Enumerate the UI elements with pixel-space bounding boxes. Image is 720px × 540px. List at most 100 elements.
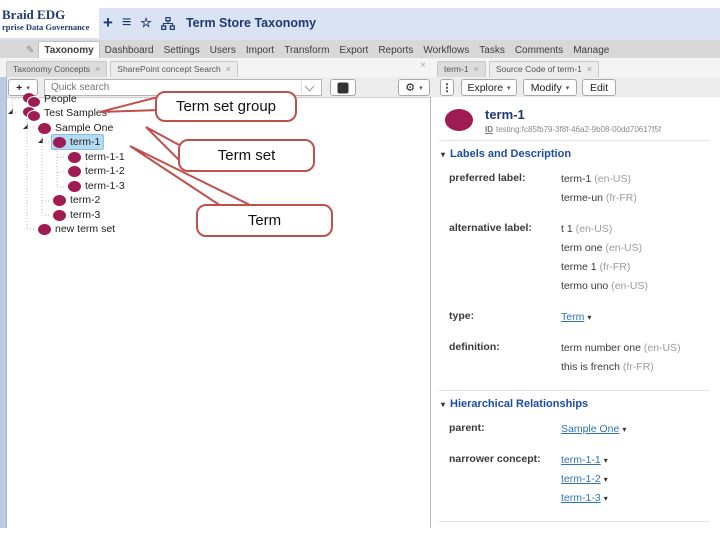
- chevron-down-icon: ▾: [507, 84, 511, 92]
- chevron-down-icon: ▾: [441, 150, 445, 159]
- tab-comments[interactable]: Comments: [510, 42, 568, 58]
- property-value: term-1-3▾: [561, 489, 710, 508]
- doc-tab-term-1[interactable]: term-1 ×: [437, 61, 486, 77]
- tree-item-term-1-1[interactable]: term-1-1: [66, 150, 129, 164]
- close-icon[interactable]: ×: [474, 65, 479, 74]
- property-values: term-1 (en-US)terme-un (fr-FR): [561, 170, 710, 208]
- tree-node[interactable]: term-1-2: [66, 163, 129, 179]
- chevron-down-icon[interactable]: ▾: [587, 313, 591, 322]
- tree-item-term-1[interactable]: term-1: [51, 135, 104, 149]
- chevron-down-icon[interactable]: ▾: [604, 494, 608, 503]
- callout-label: Term: [248, 212, 281, 229]
- property-row: narrower concept:term-1-1▾term-1-2▾term-…: [439, 448, 710, 517]
- property-values: term number one (en-US)this is french (f…: [561, 339, 710, 377]
- concept-icon: [445, 109, 473, 131]
- tree-node[interactable]: term-2: [51, 192, 104, 208]
- modify-label: Modify: [531, 82, 562, 94]
- property-value: termo uno (en-US): [561, 277, 710, 296]
- value-text: term number one: [561, 342, 641, 354]
- term-set-group-icon: [23, 107, 40, 120]
- chevron-down-icon: ▾: [441, 400, 445, 409]
- value-text: term-1: [561, 173, 591, 185]
- tree-node[interactable]: Test Samples: [21, 105, 111, 122]
- property-value: this is french (fr-FR): [561, 358, 710, 377]
- value-link[interactable]: term-1-2: [561, 473, 601, 485]
- tree-item-term-1-2[interactable]: term-1-2: [66, 164, 129, 178]
- explore-button[interactable]: Explore ▾: [461, 79, 517, 96]
- tree-item-new-term-set[interactable]: new term set: [36, 222, 119, 236]
- tree-expander-icon[interactable]: [8, 109, 13, 114]
- value-text: terme 1: [561, 261, 597, 273]
- language-tag: (en-US): [591, 173, 631, 185]
- value-text: this is french: [561, 361, 620, 373]
- edit-button[interactable]: Edit: [582, 79, 616, 96]
- term-icon: [38, 123, 51, 134]
- section-title: Hierarchical Relationships: [450, 398, 588, 410]
- language-tag: (en-US): [602, 242, 642, 254]
- tree-item-term-2[interactable]: term-2: [51, 193, 104, 207]
- id-label: ID: [485, 125, 493, 134]
- language-tag: (en-US): [608, 280, 648, 292]
- value-link[interactable]: term-1-1: [561, 454, 601, 466]
- detail-title: term-1: [485, 107, 661, 122]
- detail-panel: term-1 IDtesting:fc85fb79-3f8f-46a2-9b08…: [430, 97, 720, 528]
- tree-node[interactable]: new term set: [36, 221, 119, 237]
- section-header[interactable]: ▾ Labels and Description: [439, 141, 710, 167]
- section-header[interactable]: ▾Other Properties: [439, 522, 710, 528]
- value-text: termo uno: [561, 280, 608, 292]
- property-row: definition:term number one (en-US)this i…: [439, 336, 710, 386]
- property-values: Sample One▾: [561, 420, 710, 439]
- property-row: parent:Sample One▾: [439, 417, 710, 448]
- language-tag: (fr-FR): [603, 192, 637, 204]
- property-value: Term▾: [561, 308, 710, 327]
- value-link[interactable]: Term: [561, 311, 584, 323]
- kebab-icon: ⋮: [442, 82, 453, 94]
- tree-node[interactable]: term-1: [51, 134, 104, 150]
- callout-label: Term set: [218, 147, 276, 164]
- property-label: type:: [449, 308, 561, 327]
- tree-item-label: Test Samples: [44, 107, 107, 119]
- value-link[interactable]: term-1-3: [561, 492, 601, 504]
- tree-item-term-1-3[interactable]: term-1-3: [66, 179, 129, 193]
- subtab-label: term-1: [444, 64, 469, 74]
- tree-item-sample-one[interactable]: Sample One: [36, 121, 117, 135]
- section-header[interactable]: ▾ Hierarchical Relationships: [439, 391, 710, 417]
- section-title: Labels and Description: [450, 148, 571, 160]
- property-label: alternative label:: [449, 220, 561, 296]
- tree-item-label: term-2: [70, 194, 100, 206]
- language-tag: (fr-FR): [620, 361, 654, 373]
- chevron-down-icon[interactable]: ▾: [604, 456, 608, 465]
- term-icon: [68, 181, 81, 192]
- callout-term: Term: [196, 204, 333, 237]
- chevron-down-icon[interactable]: ▾: [604, 475, 608, 484]
- term-icon: [68, 152, 81, 163]
- overflow-button[interactable]: ⋮: [440, 79, 454, 96]
- tab-manage[interactable]: Manage: [568, 42, 614, 58]
- tree-expander-icon[interactable]: [38, 138, 43, 143]
- property-value: terme 1 (fr-FR): [561, 258, 710, 277]
- chevron-down-icon[interactable]: ▾: [622, 425, 626, 434]
- close-icon[interactable]: ×: [587, 65, 592, 74]
- property-label: definition:: [449, 339, 561, 377]
- tree-item-term-3[interactable]: term-3: [51, 208, 104, 222]
- app-window: Braid EDG rprise Data Governance + ≡ ☆ T…: [0, 0, 720, 540]
- tab-tasks[interactable]: Tasks: [474, 42, 510, 58]
- modify-button[interactable]: Modify ▾: [523, 79, 577, 96]
- tree-item-people[interactable]: People: [21, 92, 81, 106]
- doc-tab-source-code-of-term-1[interactable]: Source Code of term-1×: [489, 61, 599, 77]
- callout-label: Term set group: [176, 98, 276, 115]
- chevron-down-icon: ▾: [566, 84, 570, 92]
- term-icon: [53, 210, 66, 221]
- language-tag: (en-US): [573, 223, 613, 235]
- tree-item-label: term-3: [70, 209, 100, 221]
- value-link[interactable]: Sample One: [561, 423, 619, 435]
- tree-item-test-samples[interactable]: Test Samples: [21, 106, 111, 120]
- property-values: term-1-1▾term-1-2▾term-1-3▾: [561, 451, 710, 508]
- property-value: term one (en-US): [561, 239, 710, 258]
- property-value: term number one (en-US): [561, 339, 710, 358]
- section-labels-and-description: ▾Labels and Descriptionpreferred label:t…: [439, 140, 710, 386]
- tree-item-label: new term set: [55, 223, 115, 235]
- section-other-properties: ▾Other Propertiesid:fc85fb79-3f8f-46a2-9…: [439, 521, 710, 528]
- taxonomy-tree: PeopleTest SamplesSample Oneterm-1term-1…: [0, 0, 430, 528]
- tree-expander-icon[interactable]: [23, 124, 28, 129]
